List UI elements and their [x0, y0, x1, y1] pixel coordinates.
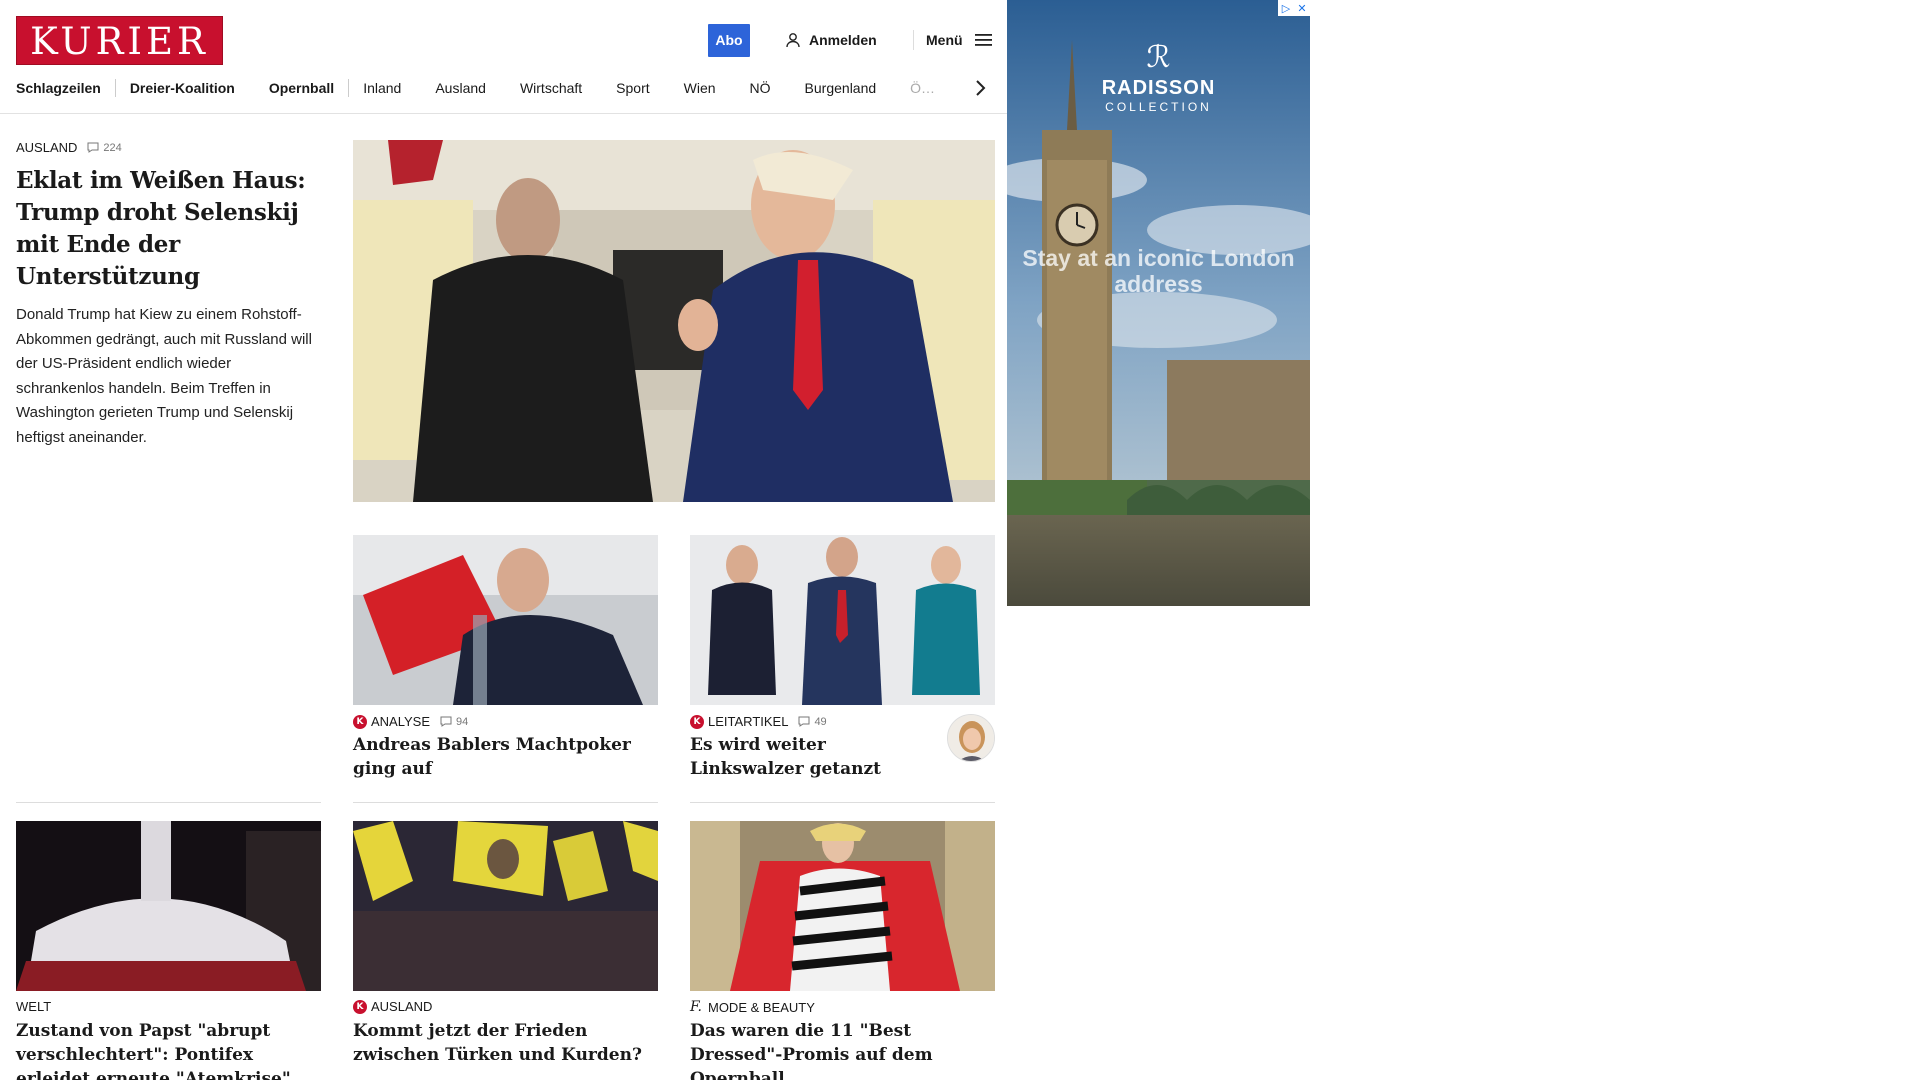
card-image-3[interactable]: [16, 821, 321, 991]
kurier-k-badge: K: [353, 714, 367, 729]
card-category-4[interactable]: AUSLAND: [371, 999, 432, 1014]
comment-icon: [87, 142, 99, 153]
chevron-right-icon[interactable]: [970, 78, 990, 98]
card-image-2[interactable]: [690, 535, 995, 705]
card-title-5[interactable]: Das waren die 11 "Best Dressed"-Promis a…: [690, 1019, 995, 1080]
nav-item-truncated[interactable]: Ö…: [910, 80, 969, 96]
card-comment-count-1[interactable]: 94: [440, 716, 468, 728]
card-category-2[interactable]: LEITARTIKEL: [708, 714, 788, 729]
nav-item-wirtschaft[interactable]: Wirtschaft: [520, 80, 616, 96]
card-image-1[interactable]: [353, 535, 658, 705]
advertisement-banner[interactable]: ℛ RADISSON COLLECTION Stay at an iconic …: [1007, 0, 1310, 606]
login-label: Anmelden: [809, 32, 877, 48]
card-meta-2: K LEITARTIKEL 49: [690, 714, 827, 729]
nav-item-inland[interactable]: Inland: [363, 80, 435, 96]
author-avatar[interactable]: [947, 714, 995, 762]
divider: [16, 802, 321, 803]
lead-title[interactable]: Eklat im Weißen Haus: Trump droht Selens…: [16, 165, 321, 293]
lead-teaser: Donald Trump hat Kiew zu einem Rohstoff-…: [16, 306, 312, 446]
lead-category[interactable]: AUSLAND: [16, 140, 77, 155]
card-image-5[interactable]: [690, 821, 995, 991]
card-photo-1: [353, 535, 658, 705]
card-meta-4: K AUSLAND: [353, 999, 432, 1014]
card-comments-1: 94: [456, 715, 469, 728]
card-title-4[interactable]: Kommt jetzt der Frieden zwischen Türken …: [353, 1019, 658, 1067]
card-comments-2: 49: [814, 715, 827, 728]
kurier-k-badge: K: [353, 999, 367, 1014]
divider: [353, 802, 658, 803]
card-meta-3: WELT: [16, 999, 51, 1014]
nav-divider: [114, 79, 116, 97]
lead-comment-count[interactable]: 224: [87, 141, 122, 154]
card-meta-5: f. MODE & BEAUTY: [690, 999, 815, 1015]
lead-article[interactable]: AUSLAND 224 Eklat im Weißen Haus: Trump …: [16, 140, 321, 450]
card-photo-5: [690, 821, 995, 991]
section-nav: Schlagzeilen Dreier-Koalition Opernball …: [16, 76, 995, 100]
login-button[interactable]: Anmelden: [785, 30, 877, 50]
card-comment-count-2[interactable]: 49: [798, 715, 827, 728]
abo-button[interactable]: Abo: [708, 24, 750, 57]
comment-icon: [440, 716, 452, 727]
nav-item-opernball[interactable]: Opernball: [269, 80, 368, 96]
card-image-4[interactable]: [353, 821, 658, 991]
lead-image[interactable]: [353, 140, 995, 502]
nav-divider: [348, 79, 350, 97]
ad-brand: ℛ RADISSON COLLECTION: [1007, 40, 1310, 114]
card-category-1[interactable]: ANALYSE: [371, 714, 430, 729]
nav-item-wien[interactable]: Wien: [684, 80, 750, 96]
lead-meta: AUSLAND 224: [16, 140, 321, 155]
nav-item-dreier-koalition[interactable]: Dreier-Koalition: [130, 80, 269, 96]
nav-item-sport[interactable]: Sport: [616, 80, 683, 96]
nav-item-noe[interactable]: NÖ: [750, 80, 805, 96]
ad-info-icon[interactable]: ▷: [1278, 0, 1294, 16]
card-photo-3: [16, 821, 321, 991]
user-icon: [786, 33, 800, 48]
lead-photo: [353, 140, 995, 502]
card-category-3[interactable]: WELT: [16, 999, 51, 1014]
card-title-1[interactable]: Andreas Bablers Machtpoker ging auf: [353, 733, 658, 781]
nav-item-burgenland[interactable]: Burgenland: [805, 80, 911, 96]
ad-brand-name: RADISSON: [1101, 77, 1216, 99]
freizeit-f-icon: f.: [690, 999, 702, 1015]
card-category-5[interactable]: MODE & BEAUTY: [708, 1000, 815, 1015]
avatar-photo: [948, 715, 994, 761]
site-header: KURIER Abo Anmelden Menü Schlagzeilen Dr…: [0, 0, 1007, 114]
ad-choices[interactable]: ▷ ✕: [1278, 0, 1310, 16]
divider: [690, 802, 995, 803]
kurier-logo[interactable]: KURIER: [16, 16, 223, 65]
close-icon[interactable]: ✕: [1294, 0, 1310, 16]
ad-brand-sub: COLLECTION: [1105, 100, 1212, 114]
radisson-logo-icon: ℛ: [1146, 40, 1171, 75]
menu-button[interactable]: Menü: [913, 30, 993, 50]
nav-item-schlagzeilen[interactable]: Schlagzeilen: [16, 80, 135, 96]
menu-label: Menü: [926, 32, 963, 48]
lead-comments: 224: [103, 141, 122, 154]
hamburger-icon: [974, 34, 992, 46]
ad-tagline: Stay at an iconic London address: [1022, 245, 1295, 297]
card-meta-1: K ANALYSE 94: [353, 714, 468, 729]
kurier-k-badge: K: [690, 714, 704, 729]
nav-item-ausland[interactable]: Ausland: [435, 80, 520, 96]
card-title-2[interactable]: Es wird weiter Linkswalzer getanzt: [690, 733, 930, 781]
kurier-homepage: KURIER Abo Anmelden Menü Schlagzeilen Dr…: [0, 0, 1920, 1080]
card-photo-4: [353, 821, 658, 991]
card-title-3[interactable]: Zustand von Papst "abrupt verschlechtert…: [16, 1019, 321, 1080]
comment-icon: [798, 716, 810, 727]
card-photo-2: [690, 535, 995, 705]
